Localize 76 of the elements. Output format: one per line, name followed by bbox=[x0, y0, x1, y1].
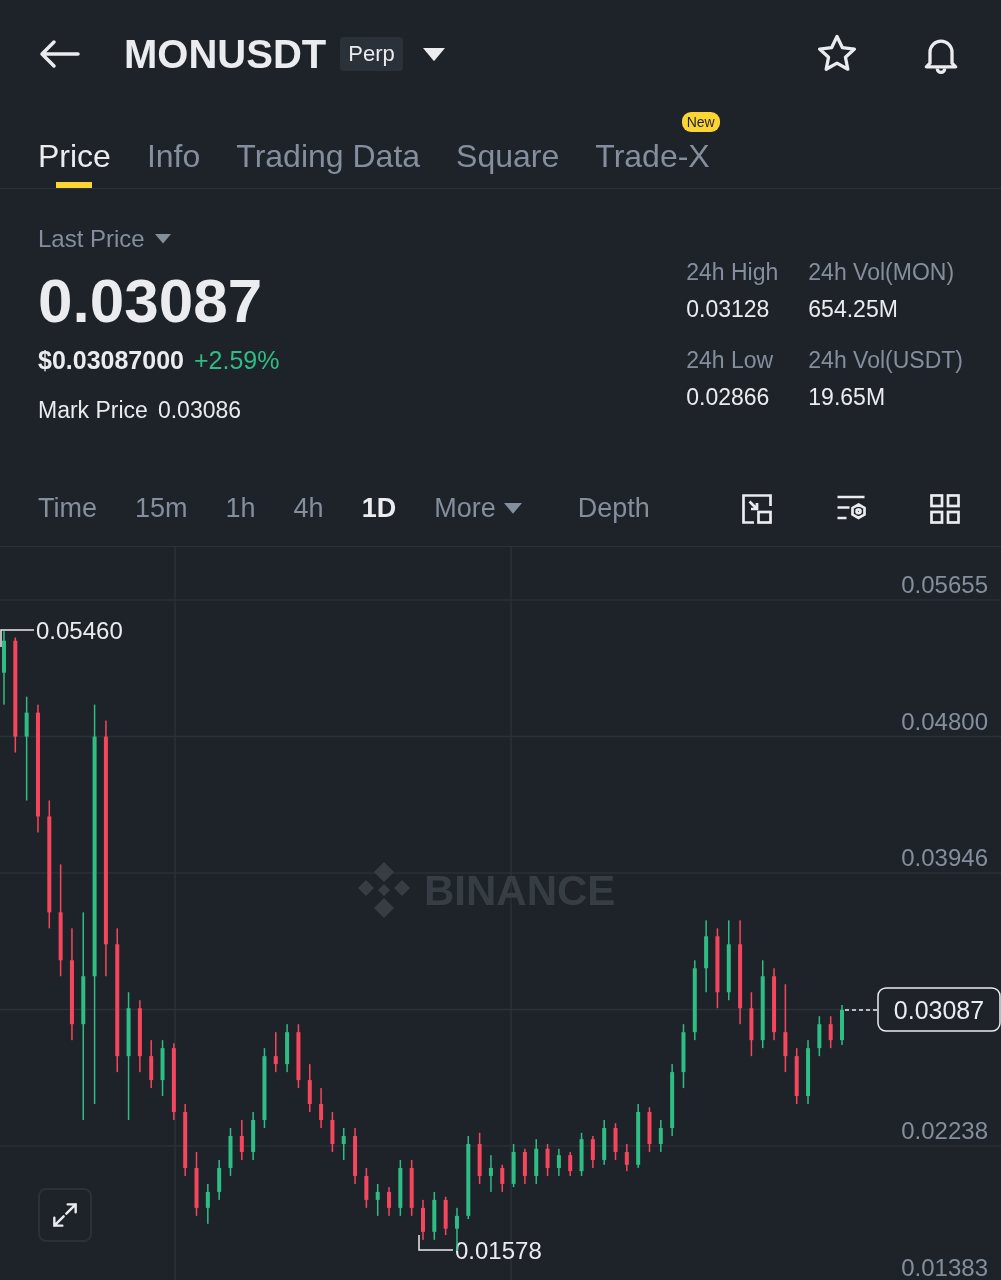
candle bbox=[409, 1159, 414, 1216]
price-type-selector[interactable]: Last Price bbox=[38, 225, 687, 254]
stat-label: 24h Vol(USDT) bbox=[808, 347, 963, 375]
fullscreen-button[interactable] bbox=[38, 1188, 92, 1242]
mark-price-label: Mark Price bbox=[38, 397, 148, 425]
candle bbox=[817, 1016, 822, 1057]
last-price: 0.03087 bbox=[38, 265, 264, 337]
candle bbox=[590, 1136, 595, 1168]
mark-price-value: 0.03086 bbox=[157, 397, 242, 425]
candle bbox=[500, 1164, 505, 1192]
candle bbox=[579, 1132, 584, 1176]
interval-tab[interactable]: Time bbox=[38, 493, 97, 525]
candle bbox=[375, 1183, 380, 1216]
symbol-dropdown-caret-icon[interactable] bbox=[422, 47, 445, 61]
price-axis-label: 0.05655 bbox=[901, 571, 988, 598]
caret-icon bbox=[503, 503, 522, 514]
candle bbox=[840, 1005, 844, 1045]
interval-tab[interactable]: More bbox=[434, 493, 522, 525]
candle bbox=[194, 1151, 199, 1216]
high-price-marker: 0.05460 bbox=[36, 617, 123, 644]
candle bbox=[681, 1024, 686, 1089]
current-price-label: 0.03087 bbox=[877, 987, 1001, 1032]
active-tab-indicator bbox=[56, 182, 93, 189]
candle bbox=[624, 1144, 629, 1172]
candle bbox=[228, 1128, 233, 1176]
candle bbox=[364, 1167, 369, 1208]
price-axis-label: 0.01383 bbox=[901, 1253, 988, 1280]
candle bbox=[647, 1107, 652, 1152]
back-arrow-icon[interactable] bbox=[38, 39, 80, 70]
price-axis-label: 0.03946 bbox=[901, 844, 988, 872]
contract-type-badge: Perp bbox=[340, 37, 403, 72]
stat-value: 654.25M bbox=[808, 296, 899, 324]
candle bbox=[522, 1148, 527, 1184]
tab[interactable]: Square bbox=[456, 108, 560, 189]
stat-value: 19.65M bbox=[808, 384, 887, 412]
stat-value: 0.02866 bbox=[686, 384, 771, 412]
candle bbox=[477, 1132, 482, 1184]
price-change: +2.59% bbox=[194, 346, 280, 376]
tab[interactable]: Trading Data bbox=[236, 108, 421, 189]
stat-value: 0.03128 bbox=[686, 296, 771, 324]
candle bbox=[160, 1040, 165, 1097]
candle bbox=[432, 1191, 437, 1240]
current-price-line bbox=[844, 1009, 879, 1011]
caret-icon bbox=[422, 47, 445, 61]
price-axis-label: 0.02238 bbox=[901, 1116, 988, 1144]
tab[interactable]: Price bbox=[38, 108, 111, 189]
tab[interactable]: Info bbox=[146, 108, 201, 189]
leader-line bbox=[418, 1234, 454, 1251]
candle bbox=[636, 1104, 641, 1168]
candle bbox=[794, 1048, 799, 1105]
candle bbox=[749, 992, 754, 1057]
candle bbox=[296, 1024, 301, 1089]
candle bbox=[511, 1144, 516, 1188]
interval-tab[interactable]: 1D bbox=[361, 493, 397, 525]
candle bbox=[421, 1199, 425, 1240]
candle bbox=[330, 1112, 335, 1152]
new-badge: New bbox=[681, 112, 720, 133]
interval-tab[interactable]: 1h bbox=[225, 493, 256, 525]
stat-label: 24h High bbox=[686, 259, 779, 287]
stat-label: 24h Vol(MON) bbox=[808, 259, 956, 287]
interval-tab[interactable]: 4h bbox=[293, 493, 324, 525]
low-price-marker: 0.01578 bbox=[455, 1237, 542, 1264]
candle bbox=[828, 1016, 833, 1049]
interval-tab[interactable]: 15m bbox=[135, 493, 188, 525]
symbol-title: MONUSDT bbox=[124, 31, 327, 77]
stat-label: 24h Low bbox=[686, 347, 775, 375]
usd-price: $0.03087000 bbox=[38, 346, 184, 376]
candle bbox=[443, 1196, 448, 1236]
candle bbox=[398, 1159, 403, 1216]
candle bbox=[556, 1148, 561, 1176]
caret-icon bbox=[154, 234, 171, 245]
interval-tab[interactable]: Depth bbox=[577, 493, 650, 525]
candle bbox=[613, 1123, 618, 1160]
price-axis-label: 0.04800 bbox=[901, 707, 988, 735]
candle bbox=[545, 1144, 550, 1176]
leader-line bbox=[0, 629, 35, 648]
